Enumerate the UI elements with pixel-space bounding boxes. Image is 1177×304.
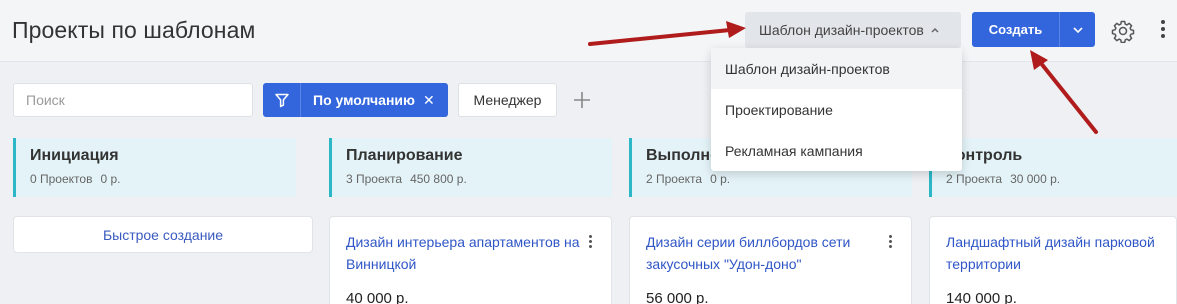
project-card-title[interactable]: Ландшафтный дизайн парковой территории <box>946 231 1177 275</box>
project-card-value: 56 000 р. <box>646 290 709 304</box>
dropdown-option-design[interactable]: Шаблон дизайн-проектов <box>711 48 962 89</box>
project-card-value: 40 000 р. <box>346 290 409 304</box>
template-select[interactable]: Шаблон дизайн-проектов <box>745 12 961 48</box>
stage-column-planning: Планирование 3 Проекта 450 800 р. <box>329 138 612 197</box>
stage-count: 3 Проекта <box>346 172 403 186</box>
card-menu-icon[interactable] <box>889 235 893 250</box>
project-card[interactable]: Дизайн серии биллбордов сети закусочных … <box>629 216 912 304</box>
quick-create-button[interactable]: Быстрое создание <box>13 216 313 253</box>
more-menu-icon[interactable] <box>1158 20 1168 40</box>
filter-icon[interactable] <box>263 83 301 117</box>
chevron-down-icon <box>1072 26 1083 33</box>
template-select-value: Шаблон дизайн-проектов <box>759 22 924 38</box>
dropdown-option-ad-campaign[interactable]: Рекламная кампания <box>711 130 962 171</box>
create-button-group: Создать <box>972 12 1095 47</box>
page-title: Проекты по шаблонам <box>12 17 256 43</box>
stage-column-control: Контроль 2 Проекта 30 000 р. <box>929 138 1177 197</box>
card-menu-icon[interactable] <box>589 235 593 250</box>
stage-count: 2 Проекта <box>946 172 1003 186</box>
stage-count: 2 Проекта <box>646 172 703 186</box>
stage-name: Инициация <box>30 147 119 164</box>
create-button[interactable]: Создать <box>972 12 1060 47</box>
stage-sum: 0 р. <box>710 172 731 186</box>
project-card[interactable]: Дизайн интерьера апартаментов на Винницк… <box>329 216 612 304</box>
stage-count: 0 Проектов <box>30 172 93 186</box>
create-dropdown-button[interactable] <box>1060 12 1095 47</box>
stage-sum: 450 800 р. <box>410 172 467 186</box>
template-dropdown-menu: Шаблон дизайн-проектов Проектирование Ре… <box>711 48 962 171</box>
project-card-title[interactable]: Дизайн серии биллбордов сети закусочных … <box>646 231 881 275</box>
stage-sum: 30 000 р. <box>1010 172 1061 186</box>
stage-name: Планирование <box>346 147 463 164</box>
stage-sum: 0 р. <box>100 172 121 186</box>
manager-filter-chip[interactable]: Менеджер <box>458 83 557 117</box>
close-icon[interactable]: ✕ <box>415 92 435 109</box>
project-card-title[interactable]: Дизайн интерьера апартаментов на Винницк… <box>346 231 581 275</box>
chevron-up-icon <box>931 27 939 33</box>
stage-column-initiation: Инициация 0 Проектов 0 р. <box>13 138 296 197</box>
page-header: Проекты по шаблонам Шаблон дизайн-проект… <box>0 0 1177 62</box>
search-input[interactable] <box>13 83 253 117</box>
default-filter-chip[interactable]: По умолчанию ✕ <box>263 83 448 117</box>
default-filter-label: По умолчанию <box>313 92 415 108</box>
arrow-to-create-button <box>1030 50 1098 134</box>
project-card[interactable]: Ландшафтный дизайн парковой территории 1… <box>929 216 1177 304</box>
stage-name: Контроль <box>946 147 1023 164</box>
gear-icon[interactable] <box>1111 19 1135 43</box>
plus-icon[interactable] <box>572 90 592 110</box>
dropdown-option-engineering[interactable]: Проектирование <box>711 89 962 130</box>
project-card-value: 140 000 р. <box>946 290 1017 304</box>
